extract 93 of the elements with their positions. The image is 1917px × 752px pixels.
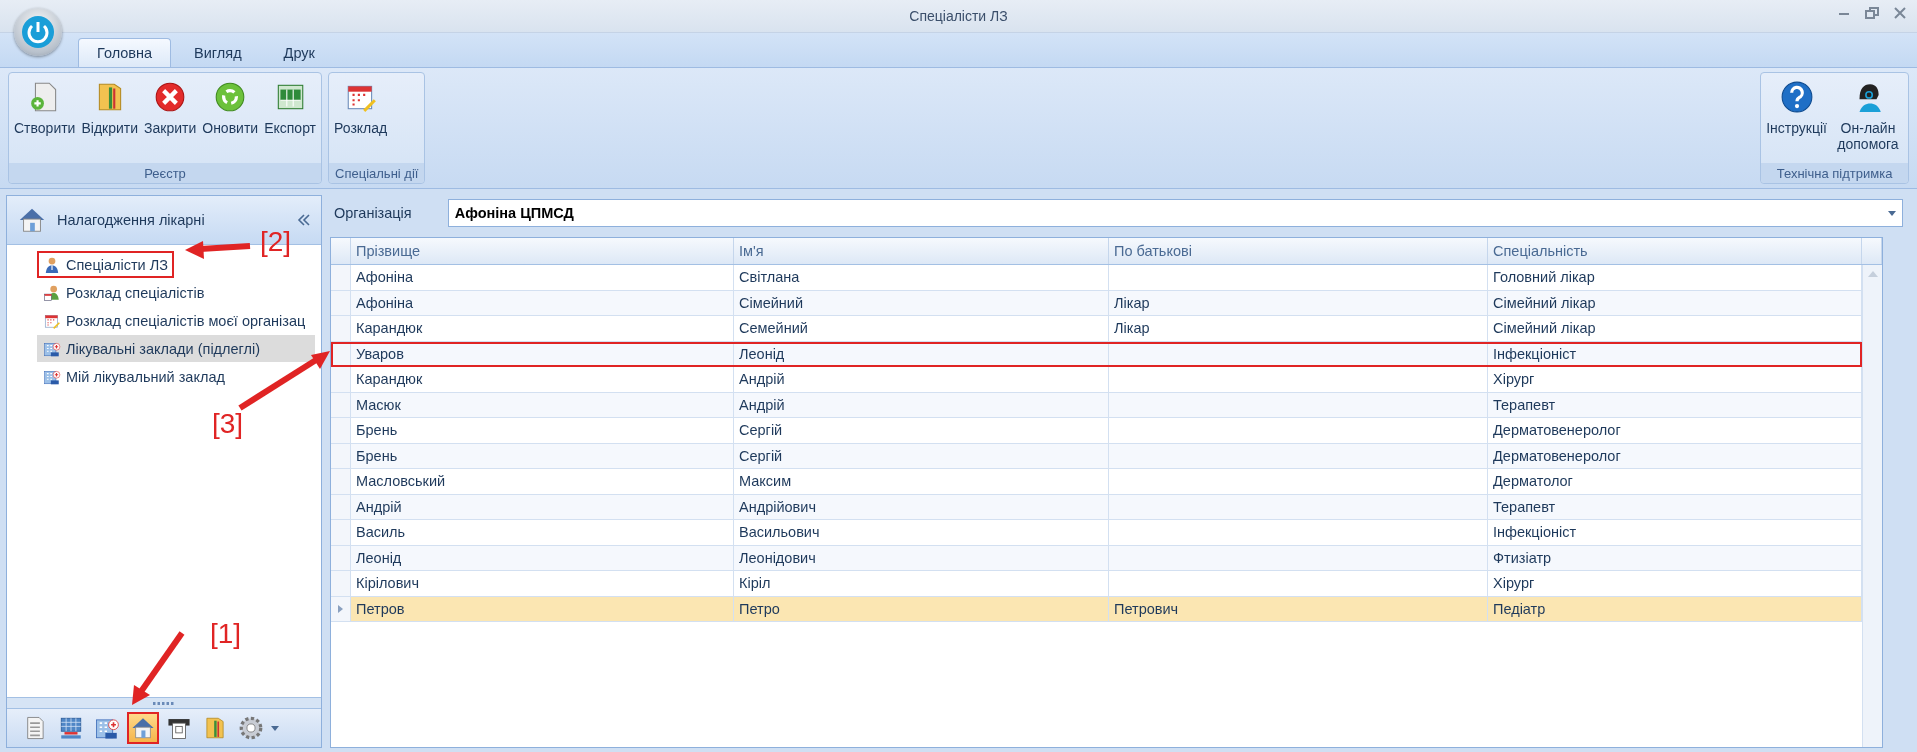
tree-item[interactable]: Розклад спеціалістів (37, 279, 315, 306)
doctor-icon (43, 255, 61, 274)
table-cell: Петро (734, 596, 1109, 621)
table-row[interactable]: Брень Сергій Дерматовенеролог (331, 443, 1862, 469)
table-cell: Андрій (351, 494, 734, 519)
ribbon-button[interactable]: Створити (11, 77, 79, 139)
table-row[interactable]: Кірілович Кіріл Хірург (331, 571, 1862, 597)
table-cell: Андрій (734, 392, 1109, 417)
row-header[interactable] (331, 596, 351, 621)
table-cell: Кіріл (734, 571, 1109, 596)
table-cell: Василь (351, 520, 734, 545)
table-cell: Афоніна (351, 265, 734, 290)
collapse-icon[interactable] (297, 214, 311, 226)
group-label: Спеціальні дії (329, 163, 425, 183)
table-row[interactable]: Масюк Андрій Терапевт (331, 392, 1862, 418)
table-row[interactable]: Уваров Леонід Інфекціоніст (331, 341, 1862, 367)
table-cell: Сергій (734, 418, 1109, 443)
gear-icon (238, 715, 264, 741)
close-icon[interactable] (1893, 6, 1907, 20)
dropdown-icon (1888, 210, 1896, 216)
ribbon-tab[interactable]: Друк (264, 38, 334, 67)
table-cell: Леонід (351, 545, 734, 570)
table-cell: Петров (351, 596, 734, 621)
column-header[interactable]: По батькові (1109, 238, 1488, 264)
table-cell: Карандюк (351, 316, 734, 341)
ribbon-button[interactable]: Оновити (199, 77, 262, 139)
restore-icon[interactable] (1865, 6, 1879, 20)
table-cell: Кірілович (351, 571, 734, 596)
table-cell: Андрійович (734, 494, 1109, 519)
scrollbar[interactable] (1862, 265, 1882, 747)
table-cell: Петрович (1109, 596, 1488, 621)
group-label: Реєстр (9, 163, 322, 183)
row-indicator-icon (338, 604, 343, 613)
table-row[interactable]: Брень Сергій Дерматовенеролог (331, 418, 1862, 444)
table-cell: Леонідович (734, 545, 1109, 570)
ribbon-button[interactable]: Експорт (261, 77, 320, 139)
annotation-label: [1] (210, 618, 242, 650)
ribbon-button[interactable]: Інструкції (1763, 77, 1830, 139)
table-cell: Світлана (734, 265, 1109, 290)
table-cell: Сергій (734, 443, 1109, 468)
table-cell: Масловський (351, 469, 734, 494)
table-cell: Брень (351, 443, 734, 468)
table-row[interactable]: Леонід Леонідович Фтизіатр (331, 545, 1862, 571)
ribbon-button[interactable]: Відкрити (78, 77, 142, 139)
table-row[interactable]: Карандюк Андрій Хірург (331, 367, 1862, 393)
tree-item[interactable]: Мій лікувальний заклад (37, 363, 315, 390)
table-cell: Лікар (1109, 290, 1488, 315)
help-icon (1779, 80, 1814, 114)
ribbon-tab[interactable]: Вигляд (175, 38, 261, 67)
doctor-calendar-icon (43, 283, 61, 302)
table-cell: Леонід (734, 341, 1109, 366)
ribbon-button[interactable]: Он-лайн допомога (1830, 77, 1906, 155)
tree-item[interactable]: Спеціалісти ЛЗ (37, 251, 174, 278)
table-row[interactable]: Афоніна Сімейний Лікар Сімейний лікар (331, 290, 1862, 316)
power-icon (21, 15, 55, 49)
organization-dropdown[interactable]: Афоніна ЦПМСД (447, 199, 1903, 227)
table-row[interactable]: Афоніна Світлана Головний лікар (331, 265, 1862, 291)
panel-title: Налагодження лікарні (57, 212, 206, 228)
table-cell: Семейний (734, 316, 1109, 341)
splitter-handle[interactable] (7, 697, 321, 708)
table-cell: Уваров (351, 341, 734, 366)
table-cell: Масюк (351, 392, 734, 417)
annotation-arrow (185, 241, 251, 259)
annotation-label: [3] (212, 408, 244, 440)
column-header[interactable]: Спеціальність (1488, 238, 1862, 264)
table-row[interactable]: Петров Петро Петрович Педіатр (331, 596, 1862, 622)
table-row[interactable]: Масловський Максим Дерматолог (331, 469, 1862, 495)
table-cell: Васильович (734, 520, 1109, 545)
scroll-up-icon[interactable] (1867, 271, 1878, 277)
tree-item[interactable]: Розклад спеціалістів моєї організац (37, 307, 315, 334)
table-cell: Сімейний (734, 290, 1109, 315)
table-cell: Лікар (1109, 316, 1488, 341)
table-row[interactable]: Андрій Андрійович Терапевт (331, 494, 1862, 520)
table-cell: Андрій (734, 367, 1109, 392)
table-cell: Афоніна (351, 290, 734, 315)
table-cell: Максим (734, 469, 1109, 494)
table-cell: Брень (351, 418, 734, 443)
grip-icon (153, 701, 175, 705)
group-label: Технічна підтримка (1761, 163, 1908, 183)
ribbon-button[interactable]: Розклад (331, 77, 391, 139)
tree-item[interactable]: Лікувальні заклади (підлеглі) (37, 335, 315, 362)
window-title: Спеціалісти ЛЗ (909, 8, 1008, 24)
network-monitor-icon (58, 715, 84, 741)
field-label: Організація (334, 205, 412, 221)
dropdown-icon[interactable] (271, 725, 279, 731)
column-header[interactable]: Прізвище (351, 238, 734, 264)
annotation-label: [2] (260, 226, 292, 258)
ribbon-tab[interactable]: Головна (78, 38, 172, 67)
table-row[interactable]: Василь Васильович Інфекціоніст (331, 520, 1862, 546)
column-header[interactable]: Ім'я (734, 238, 1109, 264)
table-cell: Карандюк (351, 367, 734, 392)
table-row[interactable]: Карандюк Семейний Лікар Сімейний лікар (331, 316, 1862, 342)
ribbon-button[interactable]: Закрити (141, 77, 200, 139)
